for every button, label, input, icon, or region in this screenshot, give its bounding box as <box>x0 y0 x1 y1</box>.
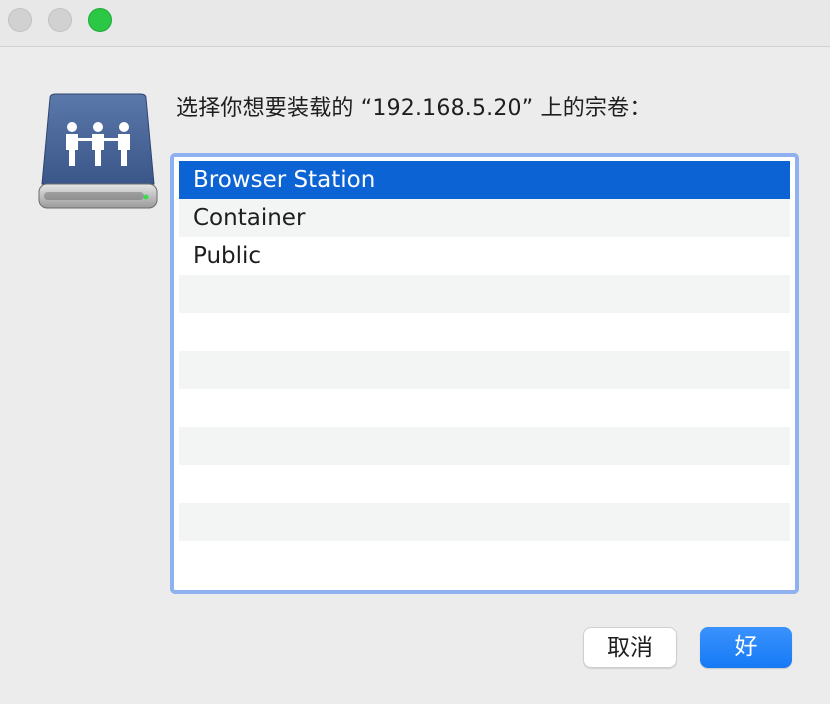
ok-button[interactable]: 好 <box>700 627 792 668</box>
empty-list-row <box>179 275 790 313</box>
volume-list-item[interactable]: Browser Station <box>179 161 790 199</box>
volume-list-item[interactable]: Container <box>179 199 790 237</box>
zoom-window-button[interactable] <box>88 8 112 32</box>
volume-list-item[interactable]: Public <box>179 237 790 275</box>
empty-list-row <box>179 465 790 503</box>
empty-list-row <box>179 541 790 579</box>
close-window-button[interactable] <box>8 8 32 32</box>
empty-list-row <box>179 389 790 427</box>
dialog-prompt: 选择你想要装载的 “192.168.5.20” 上的宗卷： <box>176 96 652 121</box>
minimize-window-button[interactable] <box>48 8 72 32</box>
title-bar <box>0 0 830 47</box>
cancel-button[interactable]: 取消 <box>583 627 677 668</box>
empty-list-row <box>179 351 790 389</box>
empty-list-row <box>179 427 790 465</box>
volume-list[interactable]: Browser Station Container Public <box>170 153 799 594</box>
empty-list-row <box>179 503 790 541</box>
empty-list-row <box>179 313 790 351</box>
shared-drive-icon <box>38 93 158 209</box>
